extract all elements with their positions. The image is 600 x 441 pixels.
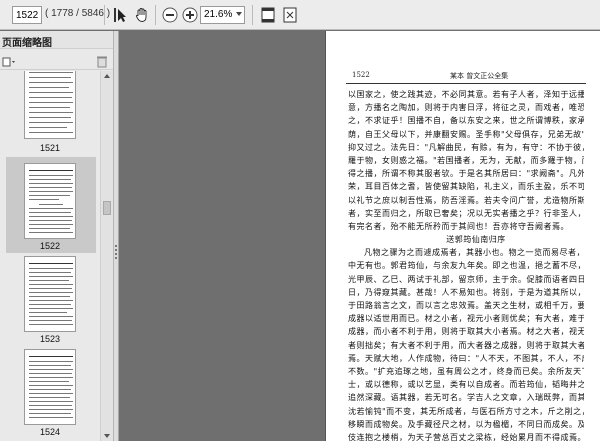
page-number-input[interactable] bbox=[12, 6, 42, 24]
header-rule bbox=[346, 83, 586, 84]
toolbar-divider bbox=[155, 5, 156, 25]
document-viewport[interactable]: 1522 某本 曾文正公全集 以国家之，使之践其迹，不必同其意。若有子人者，泽知… bbox=[120, 31, 600, 441]
toolbar-divider bbox=[252, 5, 253, 25]
toolbar-divider bbox=[104, 5, 105, 25]
text-line: 伎连抱之楼梢，为天子营总百丈之梁栋，经始累月而不得成焉。其 bbox=[348, 432, 584, 441]
text-line: 追然深藏。语其器，若无可名。学吉人之文章，入瑞既弊，而其外 bbox=[348, 393, 584, 403]
text-line: 荣，耳目百体之耆，皆使留其缺陷，礼主义，而乐主盈，乐不可极， bbox=[348, 182, 584, 192]
page-thumbnail[interactable] bbox=[24, 163, 76, 239]
text-line: 沈若愉钝"而不变，其无所成者，与医石所方寸之木，斤之削之，不 bbox=[348, 406, 584, 416]
text-line: 凡物之骤为之而遽成焉者，其器小也。物之一览而易尽者，其 bbox=[364, 248, 584, 258]
options-menu-icon[interactable] bbox=[2, 53, 16, 67]
page-header: 1522 某本 曾文正公全集 bbox=[346, 69, 586, 83]
text-line: 移瞬而成物矣。及手藏径尺之材，以为楹楣，不同日而成矣。及至 bbox=[348, 419, 584, 429]
thumbnail-label: 1523 bbox=[39, 334, 61, 344]
select-tool-icon[interactable] bbox=[110, 5, 130, 25]
thumbnail-scrollbar[interactable] bbox=[100, 71, 113, 441]
thumbnail-label: 1524 bbox=[39, 427, 61, 437]
text-line: 之，不求证乎！国播不自，备以东安之来，世之所谓博秩，家承余 bbox=[348, 116, 584, 126]
trash-icon[interactable] bbox=[96, 53, 108, 68]
text-line: 日，乃得窥其藏。甚哉！人不易知也。将别，于是为道其所以，期 bbox=[348, 287, 584, 297]
text-line: 于田路翁言之文，而以言之忠效焉。盖天之生材，或相千万，要于 bbox=[348, 301, 584, 310]
scrollbar-thumb[interactable] bbox=[103, 201, 111, 215]
zoom-in-icon[interactable] bbox=[180, 5, 200, 25]
zoom-value: 21.6% bbox=[204, 9, 233, 20]
page-count-label: ( 1778 / 5846 ) bbox=[45, 8, 111, 19]
zoom-select[interactable]: 21.6% bbox=[200, 6, 245, 24]
scroll-up-icon[interactable] bbox=[104, 74, 110, 78]
text-line: 意，方播名之陶加，则将于内害日浮，将征之灵，而戏者，唯恐惊 bbox=[348, 103, 584, 113]
text-line: 抑又过之。法先日："凡解曲民，有赊，有为，有守：不协于彼，不 bbox=[348, 142, 584, 152]
page-body-text: 以国家之，使之践其迹，不必同其意。若有子人者，泽知于远播之 意，方播名之陶加，则将… bbox=[348, 88, 584, 441]
thumbnail-list: 1521 1522 1523 1524 bbox=[0, 71, 100, 441]
hand-tool-icon[interactable] bbox=[132, 5, 152, 25]
page-thumbnail[interactable] bbox=[24, 71, 76, 139]
section-heading: 送郭筠仙南归序 bbox=[446, 235, 506, 245]
text-line: 中无有也。郭君筠仙，与余友九年矣。即之也温，挹之蓄不尽，通 bbox=[348, 261, 584, 271]
text-line: 成器以适世用而已。材之小者，视元小者则优矣；有大者，难于 bbox=[348, 314, 584, 324]
fit-width-icon[interactable] bbox=[280, 5, 300, 25]
text-line: 有完名者，殆不能无所矜而于其间也！吾亦将守吾阙者焉。 bbox=[348, 221, 569, 231]
running-title: 某本 曾文正公全集 bbox=[450, 72, 509, 80]
thumbnail-label: 1522 bbox=[39, 241, 61, 251]
text-line: 得之播，所谓不称其服者欤。于是名其所居曰："求阙斋"。凡外至之 bbox=[348, 169, 584, 179]
toolbar: ( 1778 / 5846 ) 21.6% bbox=[0, 0, 600, 30]
panel-title: 页面缩略图 bbox=[0, 31, 113, 49]
page-thumbnail[interactable] bbox=[24, 349, 76, 425]
text-line: 以国家之，使之践其迹，不必同其意。若有子人者，泽知于远播之 bbox=[348, 90, 584, 99]
document-page: 1522 某本 曾文正公全集 以国家之，使之践其迹，不必同其意。若有子人者，泽知… bbox=[325, 31, 600, 441]
thumbnail-panel: 页面缩略图 1521 1522 1523 1524 bbox=[0, 31, 114, 441]
text-line: 士，或以德称，或以艺显，类有以自成者。而若筠仙，韬晦井之姿， bbox=[348, 380, 584, 390]
fit-page-icon[interactable] bbox=[258, 5, 278, 25]
panel-toolbar bbox=[0, 50, 113, 70]
panel-splitter[interactable] bbox=[114, 31, 119, 441]
zoom-out-icon[interactable] bbox=[160, 5, 180, 25]
panel-title-text: 页面缩略图 bbox=[2, 38, 52, 49]
thumbnail-label: 1521 bbox=[39, 143, 61, 153]
text-line: 成器，而小者不利于用，则将于取其大小者焉。材之大者，视无大 bbox=[348, 327, 584, 337]
text-line: 者，实至而归之，所取已奢矣；况以无实者播之乎？行非圣人，而 bbox=[348, 208, 584, 218]
scroll-down-icon[interactable] bbox=[104, 434, 110, 438]
page-thumbnail[interactable] bbox=[24, 256, 76, 332]
text-line: 光甲辰、乙巳、两试于礼部，留京师，主于余。促膝而语者四日余 bbox=[348, 274, 584, 284]
text-line: 焉。天赋大地，人作成物，待曰："人不天，不图其，不人，不成， bbox=[348, 353, 584, 363]
text-line: 羅于物，女则惑之福。"若国播者，无为，无献，而多羅于物，而或 bbox=[348, 155, 584, 165]
text-line: 荫，自王父母以下，并康翻安赐。圣手称"父母俱存，兄弟无故" bbox=[348, 129, 584, 139]
chevron-down-icon bbox=[236, 12, 242, 16]
text-line: 以礼节之庶以制吾性焉，防吾淫焉。若夫令问广誉，尤造物所斯予 bbox=[348, 195, 584, 205]
text-line: 者则拙矣；有大者不利于用，而大者器之成器，则将于取其大者 bbox=[348, 340, 584, 350]
page-number: 1522 bbox=[352, 71, 370, 79]
text-line: 不数。"扩充追琢之地，虽有周公之才，终身而已矣。余所友天下贤 bbox=[348, 366, 584, 376]
